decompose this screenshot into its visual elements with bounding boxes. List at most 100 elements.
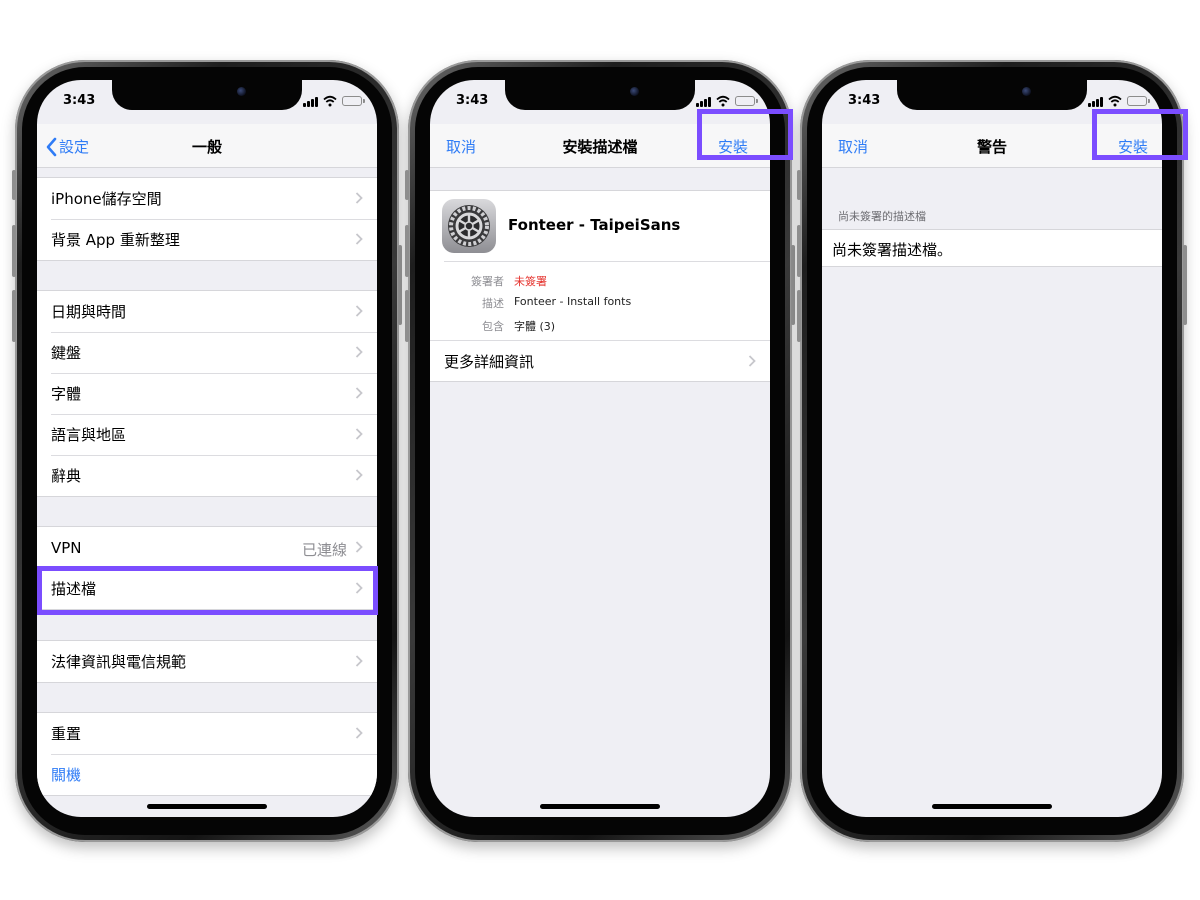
row-label: 重置 [51,725,82,743]
power-button [791,245,795,325]
settings-group-vpn-profile: VPN 已連線 描述檔 [37,526,377,610]
volume-down-button [405,290,409,342]
screen: 3:43 取消 安裝描述檔 安裝 Fonteer - TaipeiSans 簽署… [430,80,770,817]
status-time: 3:43 [848,93,881,108]
status-time: 3:43 [456,93,489,108]
detail-key: 描述 [482,297,504,310]
install-button[interactable]: 安裝 [718,136,748,157]
warning-message: 尚未簽署描述檔。 [832,241,953,259]
row-background-app-refresh[interactable]: 背景 App 重新整理 [37,219,377,260]
install-button[interactable]: 安裝 [1118,136,1148,157]
row-label: 關機 [51,766,82,784]
notch [112,80,302,110]
row-label: 更多詳細資訊 [444,352,535,371]
settings-gear-icon [442,199,496,253]
row-shut-down[interactable]: 關機 [37,754,377,795]
screen: 3:43 設定 一般 iPhone儲存空間 背景 App 重新整理 日期與時間 … [37,80,377,817]
phone-warning: 3:43 取消 警告 安裝 尚未簽署的描述檔 尚未簽署描述檔。 [797,60,1187,842]
row-dictionary[interactable]: 辭典 [37,455,377,496]
detail-value: Fonteer - Install fonts [514,295,632,308]
detail-key: 包含 [482,320,504,333]
profile-card: Fonteer - TaipeiSans 簽署者 未簽署 描述 Fonteer … [430,190,770,382]
chevron-right-icon [355,192,363,204]
wifi-icon [1108,95,1122,107]
row-vpn[interactable]: VPN 已連線 [37,527,377,568]
row-label: VPN [51,538,82,557]
front-camera [630,87,639,96]
detail-description: 描述 Fonteer - Install fonts [444,295,770,311]
profile-name: Fonteer - TaipeiSans [508,216,681,234]
mute-switch [797,170,801,200]
chevron-right-icon [355,305,363,317]
chevron-right-icon [355,469,363,481]
navigation-bar: 取消 警告 安裝 [822,124,1162,168]
settings-group-locale: 日期與時間 鍵盤 字體 語言與地區 辭典 [37,290,377,497]
row-label: iPhone儲存空間 [51,190,162,208]
home-indicator[interactable] [540,804,660,809]
home-indicator[interactable] [932,804,1052,809]
battery-icon [735,96,758,106]
notch [505,80,695,110]
detail-value: 字體 (3) [514,320,556,333]
battery-icon [342,96,365,106]
power-button [1183,245,1187,325]
detail-contains: 包含 字體 (3) [444,318,770,334]
section-header: 尚未簽署的描述檔 [838,210,926,223]
chevron-right-icon [355,727,363,739]
power-button [398,245,402,325]
row-more-details[interactable]: 更多詳細資訊 [430,340,770,381]
row-fonts[interactable]: 字體 [37,373,377,414]
profile-details: 簽署者 未簽署 描述 Fonteer - Install fonts 包含 字體… [444,261,770,340]
volume-down-button [12,290,16,342]
page-title: 警告 [976,138,1007,156]
chevron-right-icon [355,346,363,358]
cellular-signal-icon [696,97,712,107]
phone-install-profile: 3:43 取消 安裝描述檔 安裝 Fonteer - TaipeiSans 簽署… [405,60,795,842]
chevron-right-icon [355,233,363,245]
screen: 3:43 取消 警告 安裝 尚未簽署的描述檔 尚未簽署描述檔。 [822,80,1162,817]
row-label: 描述檔 [51,580,97,598]
row-keyboard[interactable]: 鍵盤 [37,332,377,373]
wifi-icon [716,95,730,107]
settings-group-storage: iPhone儲存空間 背景 App 重新整理 [37,177,377,261]
front-camera [237,87,246,96]
chevron-right-icon [748,355,756,367]
volume-up-button [797,225,801,277]
mute-switch [12,170,16,200]
cellular-signal-icon [1088,97,1104,107]
home-indicator[interactable] [147,804,267,809]
profile-header: Fonteer - TaipeiSans [430,191,770,261]
row-label: 日期與時間 [51,303,127,321]
detail-signed-by: 簽署者 未簽署 [444,273,770,289]
chevron-right-icon [355,387,363,399]
settings-group-legal: 法律資訊與電信規範 [37,640,377,683]
page-title: 一般 [191,138,222,156]
wifi-icon [323,95,337,107]
chevron-right-icon [355,428,363,440]
settings-group-reset: 重置 關機 [37,712,377,796]
row-profiles[interactable]: 描述檔 [37,568,377,609]
navigation-bar: 取消 安裝描述檔 安裝 [430,124,770,168]
row-language-region[interactable]: 語言與地區 [37,414,377,455]
detail-key: 簽署者 [471,275,504,288]
front-camera [1022,87,1031,96]
volume-up-button [12,225,16,277]
row-label: 背景 App 重新整理 [51,231,180,249]
status-time: 3:43 [63,93,96,108]
row-label: 鍵盤 [51,344,82,362]
notch [897,80,1087,110]
cellular-signal-icon [303,97,319,107]
volume-down-button [797,290,801,342]
warning-message-group: 尚未簽署描述檔。 [822,229,1162,267]
row-iphone-storage[interactable]: iPhone儲存空間 [37,178,377,219]
battery-icon [1127,96,1150,106]
row-date-time[interactable]: 日期與時間 [37,291,377,332]
chevron-right-icon [355,655,363,667]
row-reset[interactable]: 重置 [37,713,377,754]
navigation-bar: 設定 一般 [37,124,377,168]
detail-value-unsigned: 未簽署 [514,275,547,288]
vpn-status: 已連線 [301,541,347,559]
row-label: 語言與地區 [51,426,127,444]
row-legal-regulatory[interactable]: 法律資訊與電信規範 [37,641,377,682]
row-label: 字體 [51,385,82,403]
